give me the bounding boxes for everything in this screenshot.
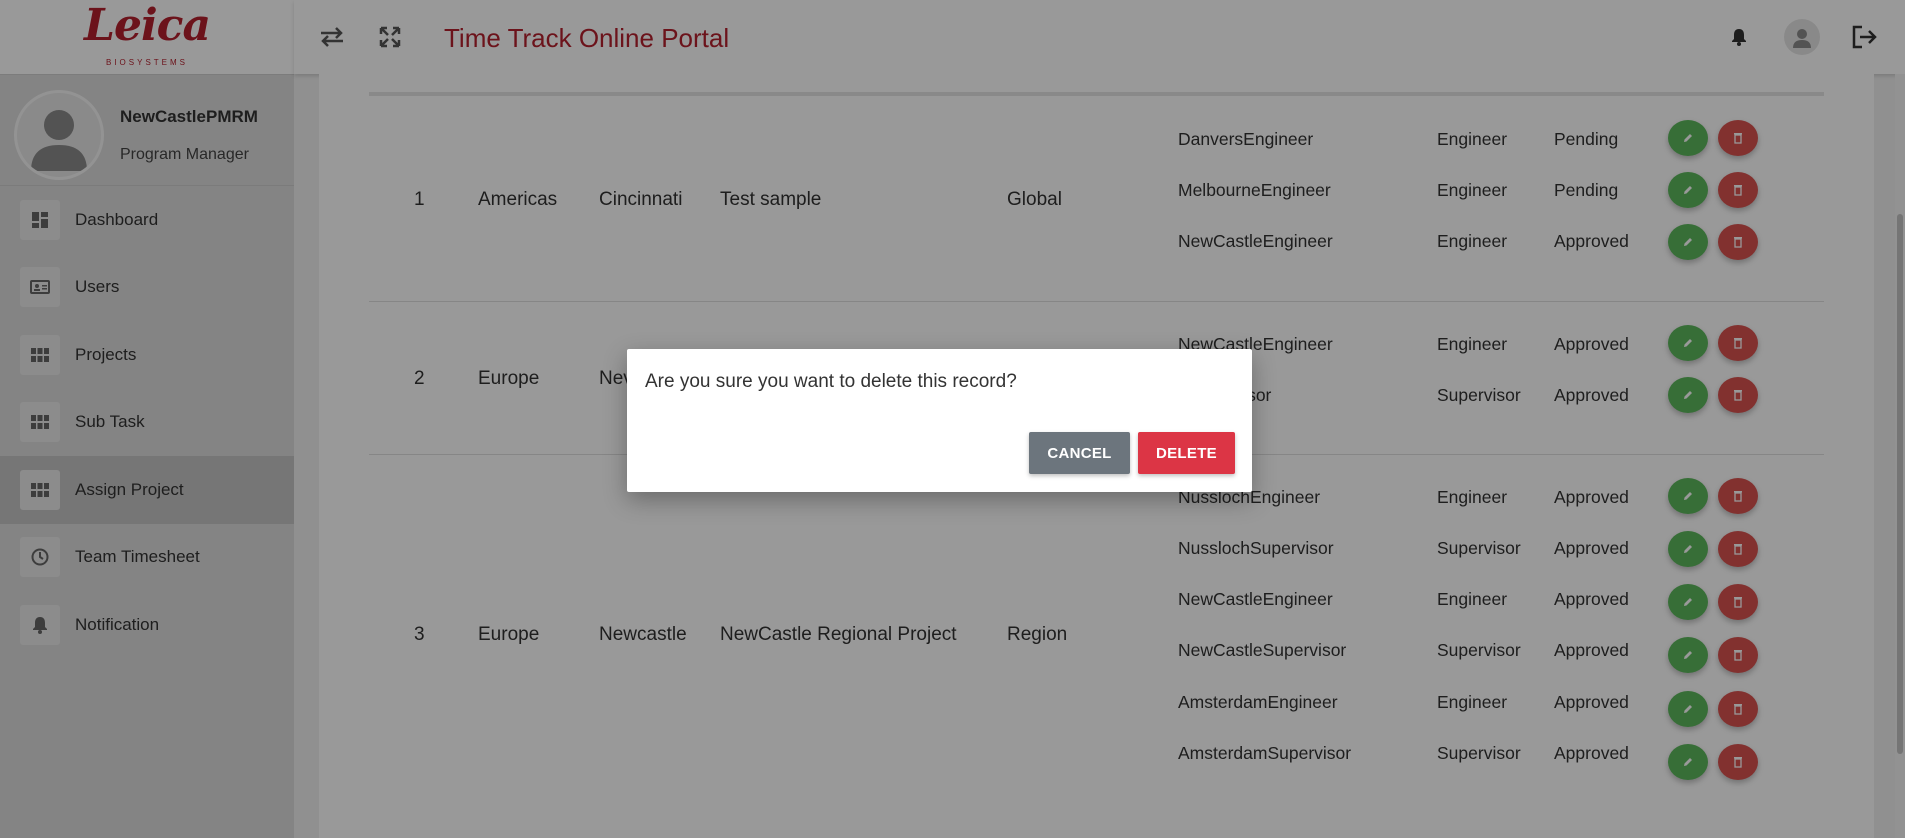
confirm-delete-dialog: Are you sure you want to delete this rec… bbox=[627, 349, 1252, 492]
cancel-button[interactable]: CANCEL bbox=[1029, 432, 1130, 474]
dialog-message: Are you sure you want to delete this rec… bbox=[645, 371, 1017, 392]
confirm-delete-button[interactable]: DELETE bbox=[1138, 432, 1235, 474]
